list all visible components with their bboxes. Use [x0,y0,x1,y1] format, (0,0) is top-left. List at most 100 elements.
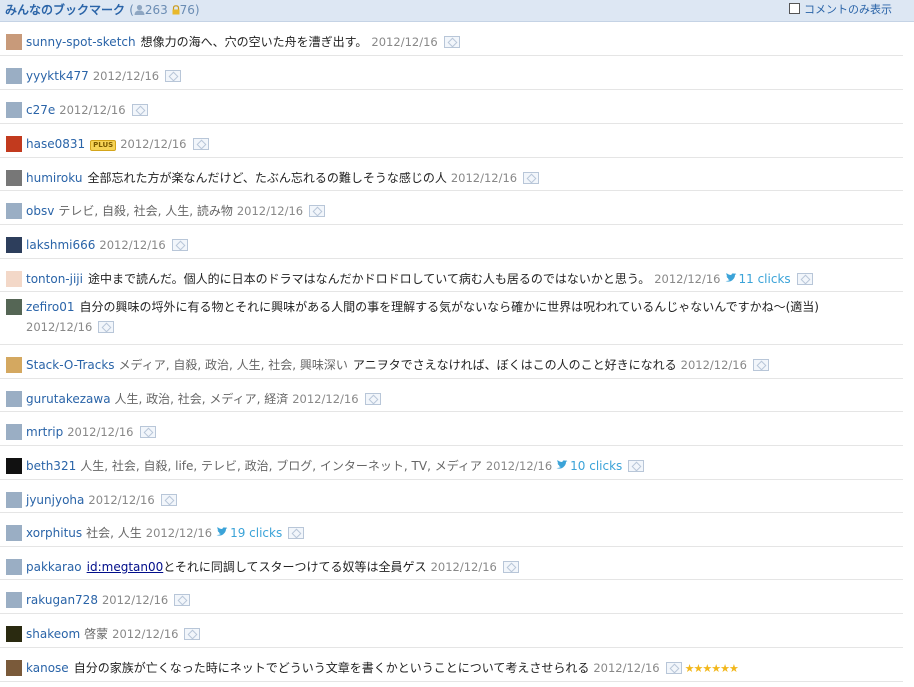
bookmark-row: Stack-O-Tracks メディア, 自殺, 政治, 人生, 社会, 興味深い… [0,345,903,379]
bookmark-date[interactable]: 2012/12/16 [292,392,358,406]
add-star-icon[interactable] [628,460,645,472]
username-link[interactable]: obsv [26,204,54,218]
avatar[interactable] [6,626,22,642]
twitter-clicks[interactable]: 10 clicks [556,459,622,473]
counts-paren-close: ) [194,3,200,17]
bookmark-date[interactable]: 2012/12/16 [451,171,517,185]
twitter-clicks[interactable]: 19 clicks [216,526,282,540]
avatar[interactable] [6,391,22,407]
add-star-icon[interactable] [192,138,209,150]
avatar[interactable] [6,458,22,474]
add-star-icon[interactable] [443,36,460,48]
username-link[interactable]: xorphitus [26,526,82,540]
username-link[interactable]: sunny-spot-sketch [26,35,136,49]
avatar[interactable] [6,102,22,118]
avatar[interactable] [6,237,22,253]
tag-list[interactable]: 人生, 社会, 自殺, life, テレビ, 政治, ブログ, インターネット,… [80,459,482,473]
bookmark-date[interactable]: 2012/12/16 [237,204,303,218]
add-star-icon[interactable] [184,628,201,640]
bookmark-date[interactable]: 2012/12/16 [146,526,212,540]
add-star-icon[interactable] [165,70,182,82]
username-link[interactable]: zefiro01 [26,300,75,314]
username-link[interactable]: kanose [26,661,69,675]
bookmark-date[interactable]: 2012/12/16 [102,593,168,607]
bookmark-date[interactable]: 2012/12/16 [88,493,154,507]
avatar[interactable] [6,271,22,287]
comment-only-label[interactable]: コメントのみ表示 [804,3,892,16]
username-link[interactable]: rakugan728 [26,593,98,607]
bookmark-date[interactable]: 2012/12/16 [112,627,178,641]
bookmark-date[interactable]: 2012/12/16 [26,320,92,334]
section-title-text[interactable]: みんなのブックマーク [5,3,125,17]
add-star-icon[interactable] [502,561,519,573]
tag-list[interactable]: 啓蒙 [84,627,108,641]
bookmark-line: jyunjyoha 2012/12/16 [6,492,177,509]
bookmark-date[interactable]: 2012/12/16 [431,560,497,574]
username-link[interactable]: mrtrip [26,425,63,439]
username-link[interactable]: hase0831 [26,137,85,151]
username-link[interactable]: beth321 [26,459,76,473]
username-link[interactable]: humiroku [26,171,82,185]
username-link[interactable]: jyunjyoha [26,493,84,507]
add-star-icon[interactable] [139,426,156,438]
username-link[interactable]: lakshmi666 [26,238,95,252]
bookmark-date[interactable]: 2012/12/16 [681,358,747,372]
avatar[interactable] [6,357,22,373]
bookmark-date[interactable]: 2012/12/16 [593,661,659,675]
avatar[interactable] [6,492,22,508]
bookmark-date[interactable]: 2012/12/16 [654,272,720,286]
comment-only-toggle[interactable]: コメントのみ表示 [789,2,892,18]
avatar[interactable] [6,136,22,152]
add-star-icon[interactable] [309,205,326,217]
avatar[interactable] [6,525,22,541]
username-link[interactable]: shakeom [26,627,80,641]
username-link[interactable]: yyyktk477 [26,69,89,83]
bookmark-line: xorphitus 社会, 人生 2012/12/16 19 clicks [6,525,305,542]
twitter-clicks-label[interactable]: 10 clicks [570,459,622,473]
bookmark-date[interactable]: 2012/12/16 [486,459,552,473]
bookmark-date[interactable]: 2012/12/16 [120,137,186,151]
comment-only-checkbox[interactable] [789,3,800,14]
bookmark-row: shakeom 啓蒙 2012/12/16 [0,614,903,648]
add-star-icon[interactable] [174,594,191,606]
bookmark-line: mrtrip 2012/12/16 [6,424,156,441]
bookmark-date[interactable]: 2012/12/16 [99,238,165,252]
mention-link[interactable]: id:megtan00 [87,560,164,574]
bookmark-date[interactable]: 2012/12/16 [67,425,133,439]
avatar[interactable] [6,299,22,315]
avatar[interactable] [6,592,22,608]
avatar[interactable] [6,203,22,219]
twitter-clicks[interactable]: 11 clicks [725,272,791,286]
twitter-clicks-label[interactable]: 19 clicks [230,526,282,540]
add-star-icon[interactable] [796,273,813,285]
bookmark-date[interactable]: 2012/12/16 [59,103,125,117]
avatar[interactable] [6,170,22,186]
avatar[interactable] [6,559,22,575]
avatar[interactable] [6,660,22,676]
add-star-icon[interactable] [288,527,305,539]
add-star-icon[interactable] [752,359,769,371]
add-star-icon[interactable] [160,494,177,506]
tag-list[interactable]: 人生, 政治, 社会, メディア, 経済 [115,392,289,406]
avatar[interactable] [6,34,22,50]
add-star-icon[interactable] [665,662,682,674]
avatar[interactable] [6,68,22,84]
bookmark-date[interactable]: 2012/12/16 [93,69,159,83]
add-star-icon[interactable] [364,393,381,405]
add-star-icon[interactable] [171,239,188,251]
username-link[interactable]: gurutakezawa [26,392,111,406]
username-link[interactable]: pakkarao [26,560,82,574]
tag-list[interactable]: テレビ, 自殺, 社会, 人生, 読み物 [58,204,233,218]
username-link[interactable]: tonton-jiji [26,272,83,286]
add-star-icon[interactable] [523,172,540,184]
star-rating[interactable]: ★★★★★★ [685,662,739,675]
avatar[interactable] [6,424,22,440]
bookmark-date[interactable]: 2012/12/16 [371,35,437,49]
username-link[interactable]: c27e [26,103,55,117]
add-star-icon[interactable] [98,321,115,333]
tag-list[interactable]: 社会, 人生 [86,526,142,540]
add-star-icon[interactable] [131,104,148,116]
tag-list[interactable]: メディア, 自殺, 政治, 人生, 社会, 興味深い [119,358,348,372]
twitter-clicks-label[interactable]: 11 clicks [739,272,791,286]
username-link[interactable]: Stack-O-Tracks [26,358,115,372]
